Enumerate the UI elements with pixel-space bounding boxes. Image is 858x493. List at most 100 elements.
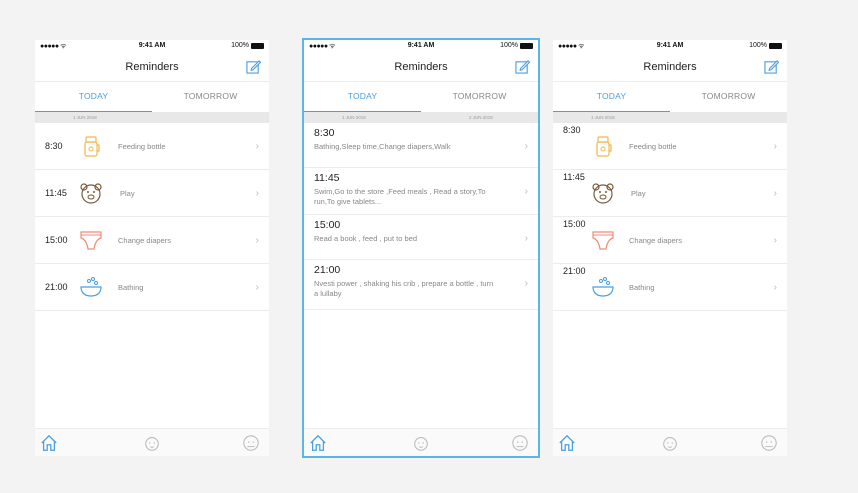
date-tomorrow: 2 JUN 2018 [469, 115, 493, 120]
day-tabs: TODAY TOMORROW [304, 82, 538, 112]
chevron-right-icon: › [524, 278, 528, 289]
tab-tomorrow[interactable]: TOMORROW [670, 82, 787, 112]
bear-icon [80, 183, 102, 204]
list-item[interactable]: 21:00 Bathing › [35, 264, 269, 311]
chevron-right-icon: › [524, 186, 528, 197]
list-item[interactable]: 11:45 Play › [35, 170, 269, 217]
date-band: 1 JUN 2018 [553, 112, 787, 123]
profile-icon[interactable] [511, 434, 529, 452]
reminder-time: 15:00 [314, 219, 341, 231]
tab-tomorrow[interactable]: TOMORROW [421, 82, 538, 112]
day-tabs: TODAY TOMORROW [35, 82, 269, 112]
bottle-icon [596, 136, 612, 157]
battery-icon [520, 42, 533, 49]
list-item[interactable]: 15:00 Change diapers › [553, 217, 787, 264]
date-today: 1 JUN 2018 [73, 115, 97, 120]
list-item[interactable]: 15:00 Change diapers › [35, 217, 269, 264]
chevron-right-icon: › [524, 141, 528, 152]
list-item[interactable]: 8:30 Feeding bottle › [35, 123, 269, 170]
tab-tomorrow[interactable]: TOMORROW [152, 82, 269, 112]
day-tabs: TODAY TOMORROW [553, 82, 787, 112]
list-item[interactable]: 11:45 Swim,Go to the store ,Feed meals ,… [304, 168, 538, 215]
chevron-right-icon: › [255, 235, 259, 246]
list-item[interactable]: 21:00 Bathing › [553, 264, 787, 311]
tab-today[interactable]: TODAY [35, 82, 152, 112]
nav-bar: Reminders [304, 53, 538, 82]
status-bar: ●●●●● ᯤ 9:41 AM 100% [304, 40, 538, 53]
edit-icon[interactable] [246, 59, 261, 74]
date-today: 1 JUN 2018 [591, 115, 615, 120]
reminder-label: Bathing [629, 283, 655, 292]
date-band: 1 JUN 2018 2 JUN 2018 [304, 112, 538, 123]
diaper-icon [592, 231, 614, 250]
reminder-description: Swim,Go to the store ,Feed meals , Read … [314, 187, 486, 206]
list-item[interactable]: 8:30 Feeding bottle › [553, 123, 787, 170]
home-icon[interactable] [558, 434, 576, 452]
tab-bar [304, 428, 538, 456]
battery-label: 100% [749, 42, 767, 49]
reminder-description: Nvesti power , shaking his crib , prepar… [314, 279, 494, 298]
profile-icon[interactable] [760, 434, 778, 452]
reminder-label: Change diapers [118, 236, 171, 245]
status-bar: ●●●●● ᯤ 9:41 AM 100% [35, 40, 269, 53]
reminder-time: 15:00 [563, 219, 586, 229]
list-item[interactable]: 15:00 Read a book , feed , put to bed › [304, 215, 538, 260]
chevron-right-icon: › [524, 233, 528, 244]
home-icon[interactable] [309, 434, 327, 452]
page-title: Reminders [643, 61, 697, 73]
reminder-time: 8:30 [563, 125, 581, 135]
bear-icon [592, 183, 614, 204]
baby-face-icon[interactable] [412, 434, 430, 452]
chevron-right-icon: › [773, 282, 777, 293]
edit-icon[interactable] [764, 59, 779, 74]
nav-bar: Reminders [35, 53, 269, 82]
tab-bar [35, 428, 269, 456]
chevron-right-icon: › [255, 282, 259, 293]
battery-label: 100% [231, 42, 249, 49]
reminder-time: 8:30 [314, 127, 335, 139]
reminder-label: Feeding bottle [629, 142, 677, 151]
chevron-right-icon: › [773, 141, 777, 152]
phone-screen-2: ●●●●● ᯤ 9:41 AM 100% Reminders TODAY TOM… [302, 38, 540, 458]
date-today: 1 JUN 2018 [342, 115, 366, 120]
phone-screen-3: ●●●●● ᯤ 9:41 AM 100% Reminders TODAY TOM… [553, 40, 787, 456]
edit-icon[interactable] [515, 59, 530, 74]
battery-indicator: 100% [500, 42, 533, 49]
baby-face-icon[interactable] [143, 434, 161, 452]
list-item[interactable]: 8:30 Bathing,Sleep time,Change diapers,W… [304, 123, 538, 168]
chevron-right-icon: › [255, 188, 259, 199]
baby-face-icon[interactable] [661, 434, 679, 452]
bath-icon [80, 277, 102, 297]
reminder-time: 11:45 [563, 172, 585, 182]
canvas: ●●●●● ᯤ 9:41 AM 100% Reminders TODAY TOM… [0, 0, 858, 493]
bath-icon [592, 277, 614, 297]
reminder-description: Read a book , feed , put to bed [314, 234, 417, 243]
reminder-label: Change diapers [629, 236, 682, 245]
battery-indicator: 100% [749, 42, 782, 49]
nav-bar: Reminders [553, 53, 787, 82]
reminder-time: 21:00 [563, 266, 586, 276]
battery-icon [769, 42, 782, 49]
phone-screen-1: ●●●●● ᯤ 9:41 AM 100% Reminders TODAY TOM… [35, 40, 269, 456]
tab-today[interactable]: TODAY [304, 82, 421, 112]
bottle-icon [84, 136, 100, 157]
reminder-description: Bathing,Sleep time,Change diapers,Walk [314, 142, 451, 151]
chevron-right-icon: › [255, 141, 259, 152]
list-item[interactable]: 11:45 Play › [553, 170, 787, 217]
page-title: Reminders [394, 61, 448, 73]
list-item[interactable]: 21:00 Nvesti power , shaking his crib , … [304, 260, 538, 310]
reminder-time: 11:45 [314, 172, 340, 184]
reminder-time: 15:00 [45, 235, 68, 245]
reminder-label: Play [631, 189, 646, 198]
reminder-label: Bathing [118, 283, 144, 292]
home-icon[interactable] [40, 434, 58, 452]
battery-label: 100% [500, 42, 518, 49]
tab-today[interactable]: TODAY [553, 82, 670, 112]
reminder-time: 21:00 [314, 264, 341, 276]
reminder-time: 21:00 [45, 282, 68, 292]
tab-bar [553, 428, 787, 456]
status-bar: ●●●●● ᯤ 9:41 AM 100% [553, 40, 787, 53]
profile-icon[interactable] [242, 434, 260, 452]
diaper-icon [80, 231, 102, 250]
chevron-right-icon: › [773, 235, 777, 246]
